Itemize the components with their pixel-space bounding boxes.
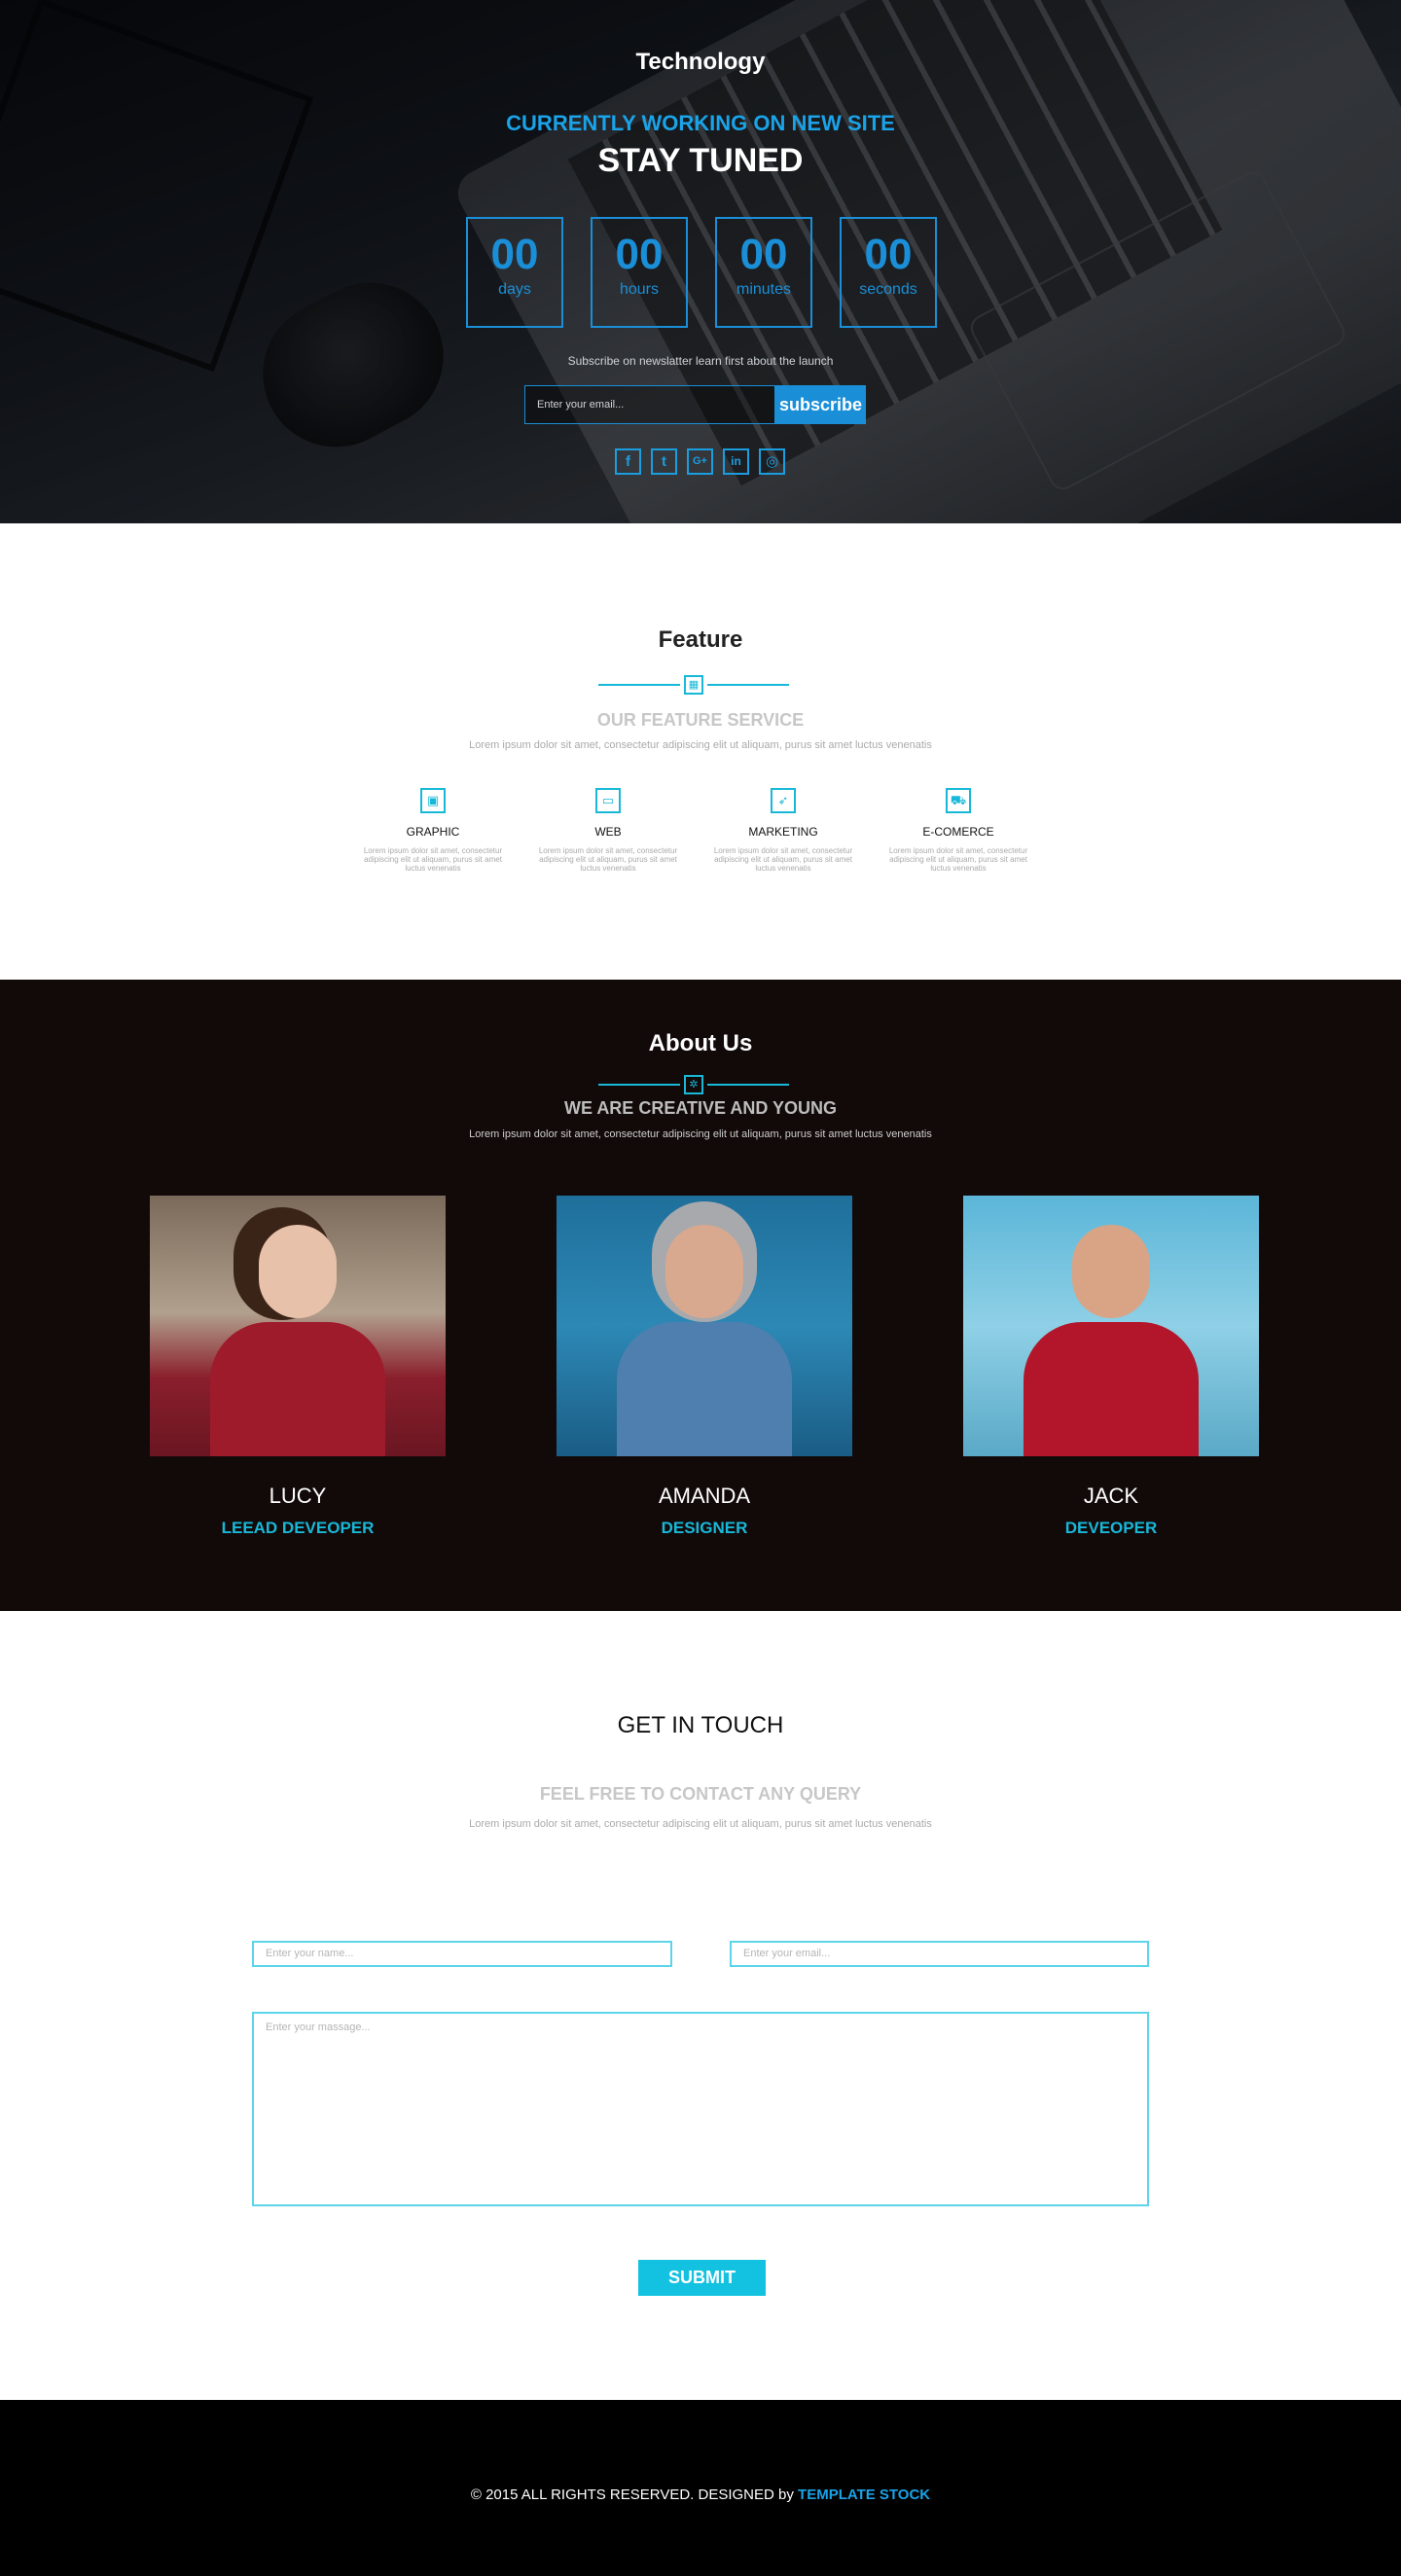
countdown-value: 00	[739, 231, 788, 278]
about-description: Lorem ipsum dolor sit amet, consectetur …	[469, 1128, 932, 1140]
contact-description: Lorem ipsum dolor sit amet, consectetur …	[469, 1818, 932, 1830]
member-role: DESIGNER	[661, 1519, 748, 1537]
member-photo	[150, 1196, 446, 1456]
instagram-icon[interactable]: ◎	[759, 448, 785, 475]
team-member-jack: JACK DEVEOPER	[963, 1196, 1259, 1538]
feature-section: Feature ▦ OUR FEATURE SERVICE Lorem ipsu…	[0, 523, 1401, 980]
service-name: WEB	[594, 825, 622, 839]
team-list: LUCY LEEAD DEVEOPER AMANDA DESIGNER JACK…	[150, 1196, 1259, 1538]
hero-kicker: CURRENTLY WORKING ON NEW SITE	[506, 111, 895, 135]
subscribe-note: Subscribe on newslatter learn first abou…	[567, 354, 834, 368]
hero-headline: STAY TUNED	[597, 142, 804, 179]
linkedin-icon[interactable]: in	[723, 448, 749, 475]
social-links: f t G+ in ◎	[615, 448, 785, 475]
service-description: Lorem ipsum dolor sit amet, consectetur …	[363, 846, 503, 873]
google-plus-icon[interactable]: G+	[687, 448, 713, 475]
copyright-text: © 2015 ALL RIGHTS RESERVED. DESIGNED by	[470, 2487, 799, 2503]
service-graphic: ▣ GRAPHIC Lorem ipsum dolor sit amet, co…	[363, 788, 503, 873]
message-textarea[interactable]: Enter your massage...	[252, 2012, 1149, 2206]
rocket-icon: ➶	[771, 788, 796, 813]
countdown-minutes: 00 minutes	[715, 217, 812, 328]
service-web: ▭ WEB Lorem ipsum dolor sit amet, consec…	[538, 788, 678, 873]
about-subtitle: WE ARE CREATIVE AND YOUNG	[563, 1098, 838, 1118]
photo-figure	[665, 1225, 743, 1318]
countdown-label: seconds	[859, 281, 917, 298]
footer: © 2015 ALL RIGHTS RESERVED. DESIGNED by …	[0, 2400, 1401, 2576]
team-member-lucy: LUCY LEEAD DEVEOPER	[150, 1196, 446, 1538]
template-stock-link[interactable]: TEMPLATE STOCK	[798, 2487, 930, 2503]
divider-line	[707, 1084, 789, 1086]
services-list: ▣ GRAPHIC Lorem ipsum dolor sit amet, co…	[363, 788, 1028, 873]
footer-copyright: © 2015 ALL RIGHTS RESERVED. DESIGNED by …	[0, 2487, 1401, 2503]
photo-figure	[1024, 1322, 1199, 1456]
member-photo	[557, 1196, 852, 1456]
email-input[interactable]: Enter your email...	[730, 1941, 1149, 1967]
submit-button[interactable]: SUBMIT	[638, 2260, 766, 2296]
feature-title: Feature	[658, 626, 743, 653]
feature-divider: ▦	[598, 675, 789, 695]
team-member-amanda: AMANDA DESIGNER	[557, 1196, 852, 1538]
countdown-label: hours	[619, 281, 660, 298]
photo-figure	[617, 1322, 792, 1456]
service-name: E-COMERCE	[922, 825, 994, 839]
divider-line	[598, 1084, 680, 1086]
countdown-seconds: 00 seconds	[840, 217, 937, 328]
member-photo	[963, 1196, 1259, 1456]
contact-subtitle: FEEL FREE TO CONTACT ANY QUERY	[539, 1784, 862, 1804]
countdown-value: 00	[490, 231, 539, 278]
hero-section: Technology CURRENTLY WORKING ON NEW SITE…	[0, 0, 1401, 523]
photo-figure	[1072, 1225, 1150, 1318]
divider-line	[707, 684, 789, 686]
service-description: Lorem ipsum dolor sit amet, consectetur …	[538, 846, 678, 873]
service-marketing: ➶ MARKETING Lorem ipsum dolor sit amet, …	[713, 788, 853, 873]
name-input[interactable]: Enter your name...	[252, 1941, 672, 1967]
service-name: MARKETING	[748, 825, 818, 839]
service-ecommerce: ⛟ E-COMERCE Lorem ipsum dolor sit amet, …	[888, 788, 1028, 873]
countdown-value: 00	[864, 231, 913, 278]
contact-title: GET IN TOUCH	[617, 1712, 784, 1738]
countdown-days: 00 days	[466, 217, 563, 328]
subscribe-form: Enter your email... subscribe	[524, 385, 866, 424]
countdown-value: 00	[615, 231, 664, 278]
laptop-icon: ▭	[595, 788, 621, 813]
feature-description: Lorem ipsum dolor sit amet, consectetur …	[469, 739, 932, 751]
contact-section: GET IN TOUCH FEEL FREE TO CONTACT ANY QU…	[0, 1611, 1401, 2400]
member-role: DEVEOPER	[1064, 1519, 1158, 1537]
service-description: Lorem ipsum dolor sit amet, consectetur …	[713, 846, 853, 873]
about-section: About Us ✲ WE ARE CREATIVE AND YOUNG Lor…	[0, 980, 1401, 1611]
image-icon: ▣	[420, 788, 446, 813]
photo-figure	[259, 1225, 337, 1318]
cart-icon: ⛟	[946, 788, 971, 813]
brand-title: Technology	[635, 49, 766, 75]
member-role: LEEAD DEVEOPER	[221, 1519, 375, 1537]
users-icon: ✲	[684, 1075, 703, 1094]
feature-subtitle: OUR FEATURE SERVICE	[596, 710, 805, 730]
member-name: AMANDA	[658, 1484, 751, 1508]
service-name: GRAPHIC	[406, 825, 460, 839]
about-title: About Us	[648, 1030, 753, 1056]
service-description: Lorem ipsum dolor sit amet, consectetur …	[888, 846, 1028, 873]
photo-figure	[210, 1322, 385, 1456]
facebook-icon[interactable]: f	[615, 448, 641, 475]
subscribe-button[interactable]: subscribe	[775, 385, 866, 424]
countdown-hours: 00 hours	[591, 217, 688, 328]
twitter-icon[interactable]: t	[651, 448, 677, 475]
gift-icon: ▦	[684, 675, 703, 695]
countdown-label: days	[498, 281, 531, 298]
about-divider: ✲	[598, 1075, 789, 1094]
countdown: 00 days 00 hours 00 minutes 00 seconds	[466, 217, 937, 328]
divider-line	[598, 684, 680, 686]
member-name: JACK	[1083, 1484, 1139, 1508]
member-name: LUCY	[269, 1484, 327, 1508]
countdown-label: minutes	[736, 281, 792, 298]
subscribe-email-input[interactable]: Enter your email...	[524, 385, 775, 424]
